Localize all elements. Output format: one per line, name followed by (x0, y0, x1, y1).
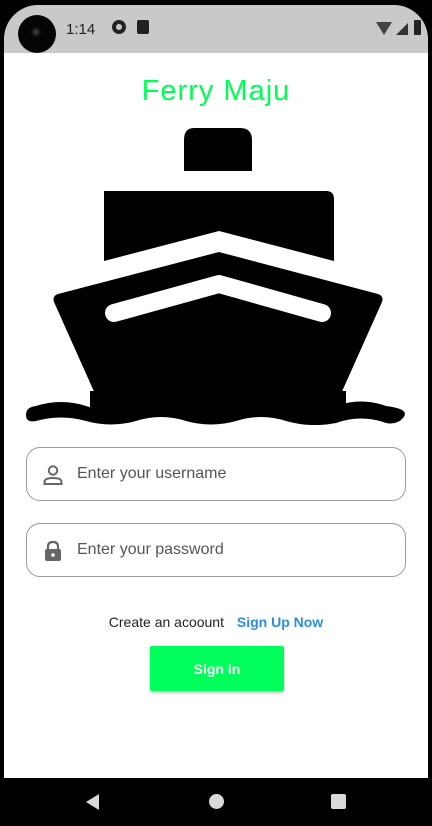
navigation-bar (0, 778, 432, 826)
vpn-icon (112, 20, 126, 34)
username-input[interactable] (77, 457, 392, 491)
status-bar: 1:14 (4, 5, 428, 53)
person-icon (43, 465, 63, 485)
camera-icon (18, 15, 56, 53)
device-frame: 1:14 Ferry Maju Enter your username Crea… (0, 0, 432, 826)
signup-row: Create an acoount Sign Up Now (4, 614, 428, 630)
username-field[interactable] (26, 447, 406, 501)
signin-button[interactable]: Sign in (150, 646, 284, 691)
wifi-icon (376, 22, 392, 35)
app-screen: Ferry Maju Create an acoou (4, 53, 428, 778)
sd-card-icon (137, 20, 149, 34)
password-input[interactable] (77, 533, 392, 567)
recents-icon[interactable] (331, 794, 346, 809)
signup-prompt: Create an acoount (108, 614, 224, 630)
status-time: 1:14 (66, 21, 96, 38)
signup-link[interactable]: Sign Up Now (237, 614, 323, 630)
lock-icon (45, 540, 61, 561)
back-icon[interactable] (86, 794, 99, 810)
home-icon[interactable] (209, 794, 224, 809)
password-field[interactable] (26, 523, 406, 577)
signal-icon (396, 23, 408, 35)
app-title: Ferry Maju (141, 75, 291, 107)
battery-icon (414, 20, 421, 35)
ship-icon (26, 128, 405, 425)
